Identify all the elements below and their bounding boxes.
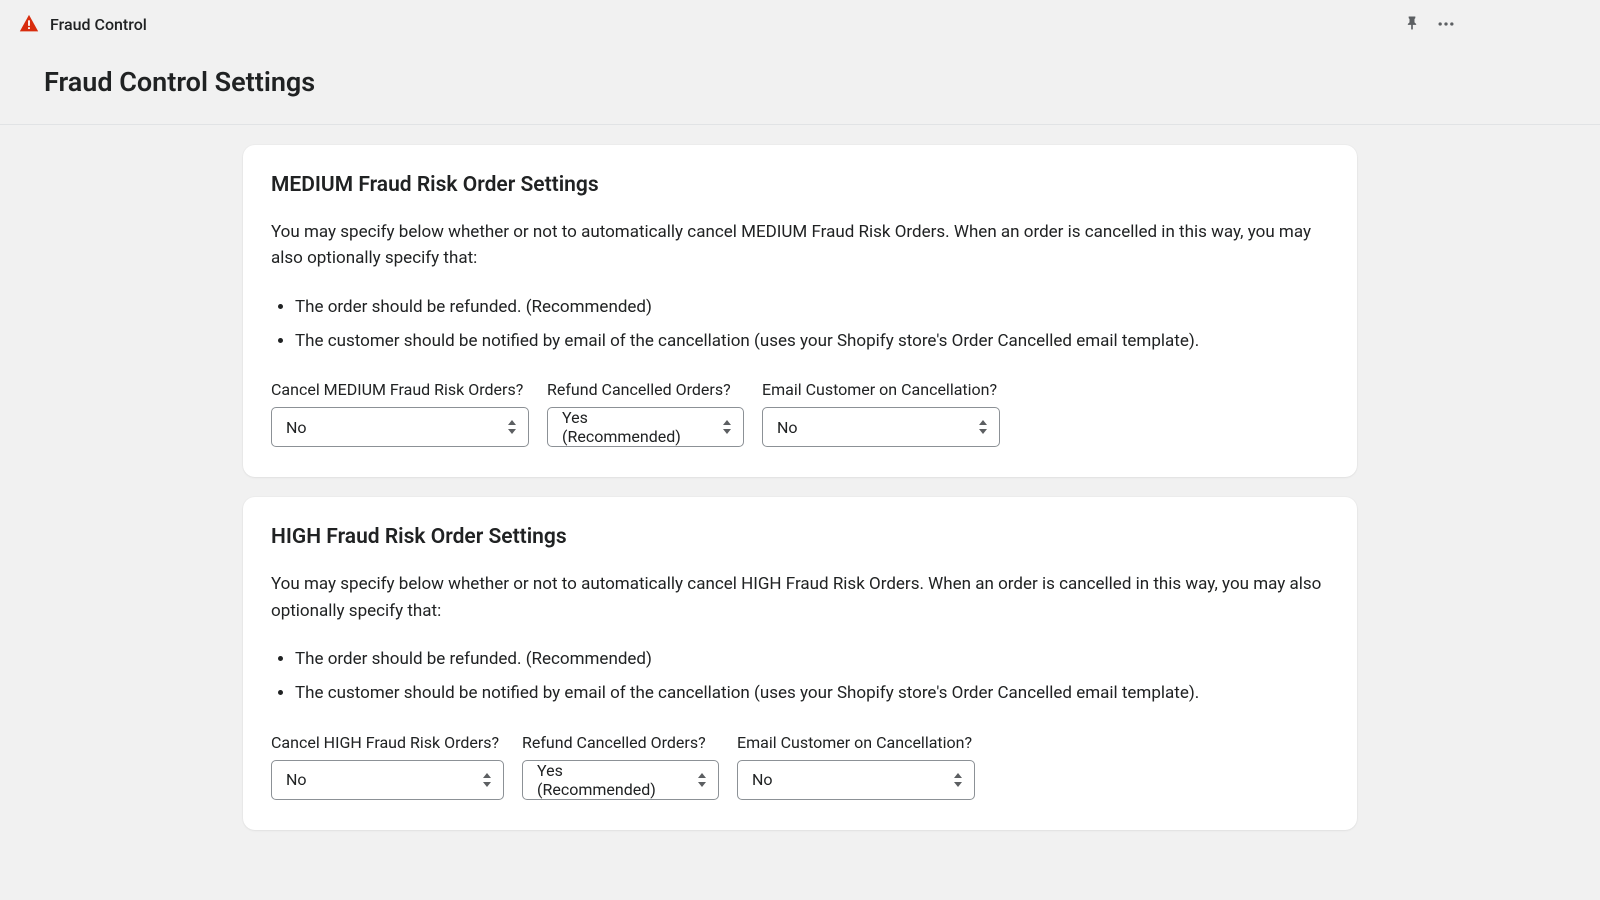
select-refund-high[interactable]: Yes (Recommended) <box>522 760 719 800</box>
field-cancel-medium: Cancel MEDIUM Fraud Risk Orders? No <box>271 380 529 447</box>
field-cancel-high: Cancel HIGH Fraud Risk Orders? No <box>271 733 504 800</box>
select-cancel-high[interactable]: No <box>271 760 504 800</box>
label-cancel-medium: Cancel MEDIUM Fraud Risk Orders? <box>271 380 529 399</box>
field-email-medium: Email Customer on Cancellation? No <box>762 380 1000 447</box>
field-refund-high: Refund Cancelled Orders? Yes (Recommende… <box>522 733 719 800</box>
label-cancel-high: Cancel HIGH Fraud Risk Orders? <box>271 733 504 752</box>
header-area: Fraud Control Settings <box>0 48 1600 125</box>
label-email-high: Email Customer on Cancellation? <box>737 733 975 752</box>
select-email-high[interactable]: No <box>737 760 975 800</box>
select-email-medium[interactable]: No <box>762 407 1000 447</box>
select-refund-medium[interactable]: Yes (Recommended) <box>547 407 744 447</box>
card-bullets-high: The order should be refunded. (Recommend… <box>295 646 1329 707</box>
form-row-medium: Cancel MEDIUM Fraud Risk Orders? No Refu… <box>271 380 1329 447</box>
card-title-medium: MEDIUM Fraud Risk Order Settings <box>271 173 1329 197</box>
form-row-high: Cancel HIGH Fraud Risk Orders? No Refund… <box>271 733 1329 800</box>
card-description-high: You may specify below whether or not to … <box>271 571 1329 624</box>
cards-container: MEDIUM Fraud Risk Order Settings You may… <box>0 125 1600 830</box>
app-title: Fraud Control <box>50 15 147 34</box>
card-title-high: HIGH Fraud Risk Order Settings <box>271 525 1329 549</box>
select-value: No <box>286 418 307 437</box>
list-item: The order should be refunded. (Recommend… <box>295 646 1329 672</box>
more-horizontal-icon[interactable] <box>1436 14 1456 34</box>
list-item: The customer should be notified by email… <box>295 328 1329 354</box>
topbar: Fraud Control <box>0 0 1600 48</box>
warning-triangle-icon <box>18 13 40 35</box>
label-refund-high: Refund Cancelled Orders? <box>522 733 719 752</box>
field-refund-medium: Refund Cancelled Orders? Yes (Recommende… <box>547 380 744 447</box>
page-title: Fraud Control Settings <box>44 66 1600 98</box>
card-description-medium: You may specify below whether or not to … <box>271 219 1329 272</box>
select-value: No <box>777 418 798 437</box>
select-value: Yes (Recommended) <box>537 761 682 799</box>
list-item: The customer should be notified by email… <box>295 680 1329 706</box>
card-high-risk: HIGH Fraud Risk Order Settings You may s… <box>243 497 1357 829</box>
select-value: Yes (Recommended) <box>562 408 707 446</box>
list-item: The order should be refunded. (Recommend… <box>295 294 1329 320</box>
select-value: No <box>286 770 307 789</box>
card-medium-risk: MEDIUM Fraud Risk Order Settings You may… <box>243 145 1357 477</box>
label-email-medium: Email Customer on Cancellation? <box>762 380 1000 399</box>
topbar-actions <box>1402 14 1586 34</box>
pin-icon[interactable] <box>1402 14 1422 34</box>
label-refund-medium: Refund Cancelled Orders? <box>547 380 744 399</box>
select-cancel-medium[interactable]: No <box>271 407 529 447</box>
field-email-high: Email Customer on Cancellation? No <box>737 733 975 800</box>
select-value: No <box>752 770 773 789</box>
card-bullets-medium: The order should be refunded. (Recommend… <box>295 294 1329 355</box>
topbar-left: Fraud Control <box>18 13 147 35</box>
